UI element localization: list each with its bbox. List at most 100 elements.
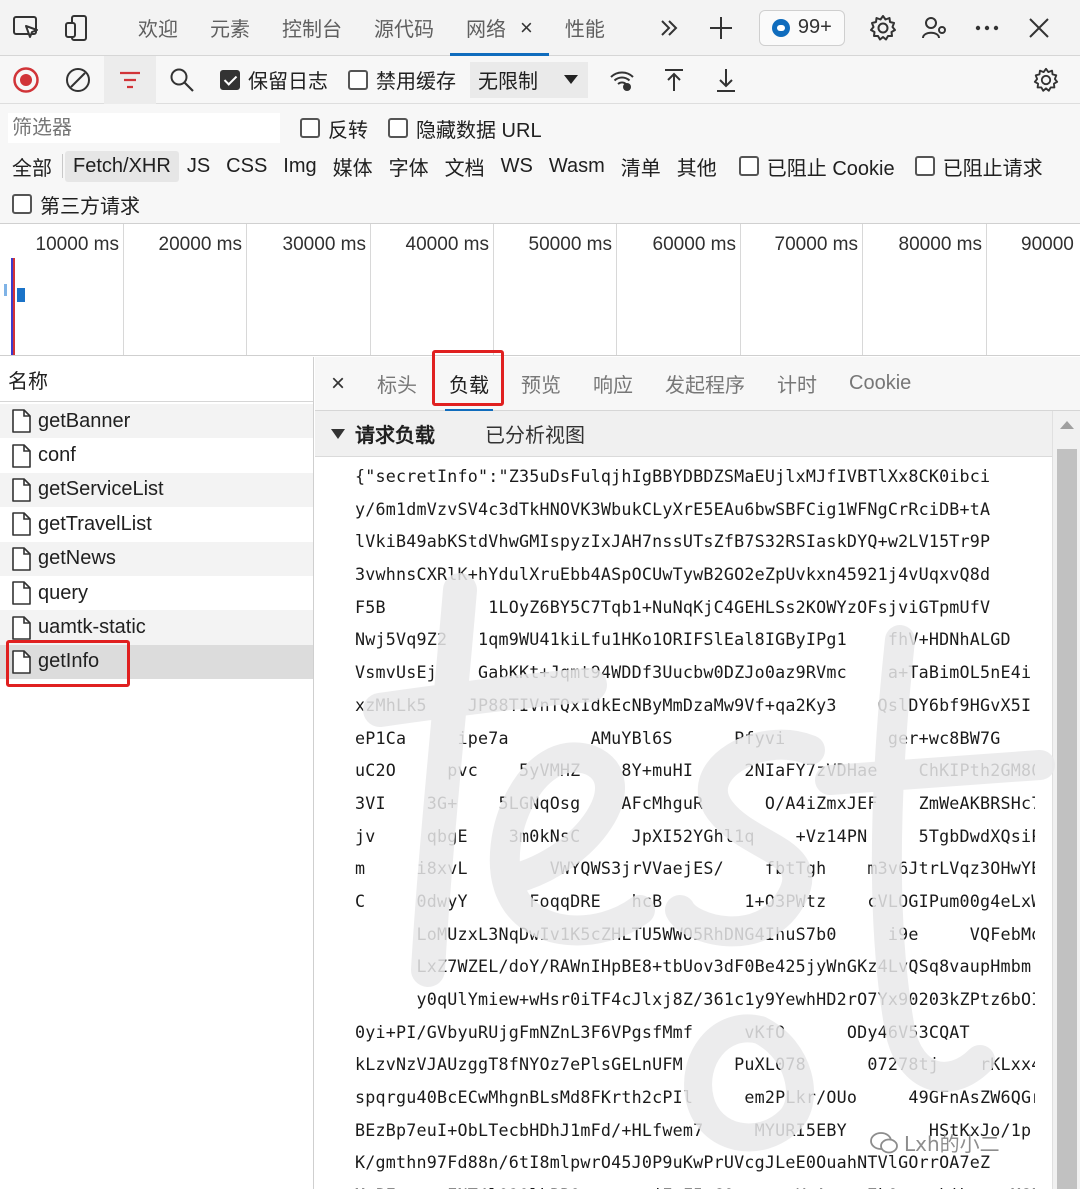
close-tab-icon[interactable]: × <box>520 15 533 41</box>
throttling-value: 无限制 <box>478 71 538 93</box>
devtools-tab-bar: 欢迎 元素 控制台 源代码 网络 × 性能 99+ <box>0 0 1080 56</box>
network-overview-timeline[interactable]: 10000 ms 20000 ms 30000 ms 40000 ms 5000… <box>0 224 1080 356</box>
more-options-icon[interactable] <box>961 0 1013 56</box>
disable-cache-checkbox[interactable]: 禁用缓存 <box>348 56 456 104</box>
hide-data-url-label: 隐藏数据 URL <box>416 119 542 142</box>
filter-type-img[interactable]: Img <box>275 151 324 182</box>
scrollbar[interactable] <box>1052 411 1080 1189</box>
payload-line: VsmvUsEj GabKKt+Jqmt94WDDf3Uucbw0DZJo0az… <box>355 662 1032 683</box>
tab-welcome[interactable]: 欢迎 <box>122 0 194 56</box>
tab-elements[interactable]: 元素 <box>194 0 266 56</box>
request-row[interactable]: conf <box>0 438 313 472</box>
request-row[interactable]: getNews <box>0 541 313 576</box>
payload-line: m i8xvL VWYQWS3jrVVaejES/ fbtTgh m3v6Jtr… <box>355 858 1035 879</box>
preserve-log-checkbox[interactable]: 保留日志 <box>220 56 328 104</box>
expand-triangle-icon <box>331 428 345 439</box>
payload-source: {"secretInfo":"Z35uDsFulqjhIgBBYDBDZSMaE… <box>355 460 1035 1189</box>
filter-type-font[interactable]: 字体 <box>381 148 437 185</box>
view-parsed-link[interactable]: 已分析视图 <box>485 419 585 448</box>
filter-type-css[interactable]: CSS <box>218 151 275 182</box>
import-har-icon[interactable] <box>648 56 700 104</box>
filter-type-fetch-xhr[interactable]: Fetch/XHR <box>65 150 179 182</box>
scrollbar-thumb[interactable] <box>1057 449 1077 1189</box>
tab-sources[interactable]: 源代码 <box>358 0 450 56</box>
tab-preview[interactable]: 预览 <box>505 357 577 411</box>
issues-badge[interactable]: 99+ <box>758 9 845 46</box>
name-column-label: 名称 <box>8 370 48 393</box>
request-name: conf <box>38 444 76 467</box>
tab-console[interactable]: 控制台 <box>266 0 358 56</box>
tab-initiator[interactable]: 发起程序 <box>649 357 761 411</box>
device-emulation-icon[interactable] <box>52 0 104 56</box>
payload-line: 0yi+PI/GVbyuRUjgFmNZnL3F6VPgsfMmf vKfO O… <box>355 1021 970 1042</box>
third-party-checkbox[interactable]: 第三方请求 <box>12 190 140 219</box>
timeline-tick: 70000 ms <box>741 224 863 355</box>
request-row[interactable]: query <box>0 576 313 610</box>
wechat-icon <box>870 1131 898 1153</box>
network-settings-gear-icon[interactable] <box>1020 56 1072 104</box>
close-devtools-icon[interactable] <box>1013 0 1065 56</box>
request-name: getBanner <box>38 409 131 432</box>
filter-type-all[interactable]: 全部 <box>4 148 60 185</box>
filter-type-doc[interactable]: 文档 <box>437 148 493 185</box>
preserve-log-label: 保留日志 <box>248 71 328 93</box>
network-toolbar: 保留日志 禁用缓存 无限制 <box>0 55 1080 104</box>
filter-input[interactable]: 筛选器 <box>8 113 280 143</box>
highlight-box-getinfo <box>6 640 130 687</box>
inspect-element-icon[interactable] <box>0 0 52 56</box>
export-har-icon[interactable] <box>700 56 752 104</box>
watermark-text: Lxh的小二 <box>904 1132 1000 1156</box>
timeline-tick-label: 10000 ms <box>35 234 119 255</box>
more-tabs-icon[interactable] <box>643 0 695 56</box>
timeline-tick: 50000 ms <box>494 224 617 355</box>
checkbox-unchecked-icon <box>300 118 320 138</box>
tab-performance[interactable]: 性能 <box>549 0 621 56</box>
scroll-up-icon[interactable] <box>1060 421 1074 429</box>
network-conditions-icon[interactable] <box>596 56 648 104</box>
request-row[interactable]: getTravelList <box>0 507 313 541</box>
request-name: getNews <box>38 547 116 570</box>
payload-line: lVkiB49abKStdVhwGMIspyzIxJAH7nssUTsZfB7S… <box>355 531 991 552</box>
add-tab-icon[interactable] <box>695 0 747 56</box>
tab-response[interactable]: 响应 <box>577 357 649 411</box>
settings-gear-icon[interactable] <box>857 0 909 56</box>
tab-timing[interactable]: 计时 <box>761 357 833 411</box>
throttling-select[interactable]: 无限制 <box>470 61 588 98</box>
request-payload-section-header[interactable]: 请求负载 已分析视图 <box>315 411 1080 457</box>
request-detail-panel: × 标头 负载 预览 响应 发起程序 计时 Cookie 请求负载 已分析视图 … <box>315 357 1080 1189</box>
request-bar <box>4 284 7 296</box>
filter-type-manifest[interactable]: 清单 <box>613 148 669 185</box>
payload-line: eP1Ca ipe7a AMuYBl6S Pfyvi ger+wc8BW7G <box>355 727 1001 748</box>
filter-type-wasm[interactable]: Wasm <box>541 151 613 182</box>
timeline-tick: 40000 ms <box>371 224 494 355</box>
request-row[interactable]: getBanner <box>0 404 313 439</box>
timeline-tick: 90000 <box>987 224 1080 355</box>
close-detail-icon[interactable]: × <box>315 370 361 398</box>
search-icon[interactable] <box>156 56 208 104</box>
tab-headers[interactable]: 标头 <box>361 357 433 411</box>
blocked-requests-label: 已阻止请求 <box>942 157 1043 180</box>
request-row[interactable]: getServiceList <box>0 472 313 508</box>
clear-icon[interactable] <box>52 56 104 104</box>
payload-line: xzMhLk5 JP88TIVnTQxIdkEcNByMmDzaMw9Vf+qa… <box>355 694 1032 715</box>
tab-network[interactable]: 网络 × <box>450 0 549 56</box>
filter-icon[interactable] <box>104 55 156 104</box>
filter-type-ws[interactable]: WS <box>493 151 541 182</box>
document-icon <box>12 581 31 605</box>
filter-type-js[interactable]: JS <box>179 151 218 182</box>
blocked-requests-checkbox[interactable]: 已阻止请求 <box>914 152 1043 181</box>
invert-checkbox[interactable]: 反转 <box>300 114 368 143</box>
filter-type-media[interactable]: 媒体 <box>325 148 381 185</box>
tab-cookies[interactable]: Cookie <box>833 357 927 411</box>
name-column-header[interactable]: 名称 <box>0 357 313 402</box>
filter-type-other[interactable]: 其他 <box>669 148 725 185</box>
divider <box>62 154 63 178</box>
record-icon[interactable] <box>0 56 52 104</box>
hide-data-url-checkbox[interactable]: 隐藏数据 URL <box>388 114 542 143</box>
payload-line: 3vwhnsCXRlK+hYdulXruEbb4ASpOCUwTywB2GO2e… <box>355 564 991 585</box>
customize-user-icon[interactable] <box>909 0 961 56</box>
payload-line: C 0dwyY FoqqDRE hcB 1+O3PWtz cVLOGIPum00… <box>355 890 1035 911</box>
payload-line: spqrgu40BcECwMhgnBLsMd8FKrth2cPIl em2PLk… <box>355 1087 1035 1108</box>
blocked-cookies-checkbox[interactable]: 已阻止 Cookie <box>738 152 895 181</box>
request-name: uamtk-static <box>38 616 146 639</box>
